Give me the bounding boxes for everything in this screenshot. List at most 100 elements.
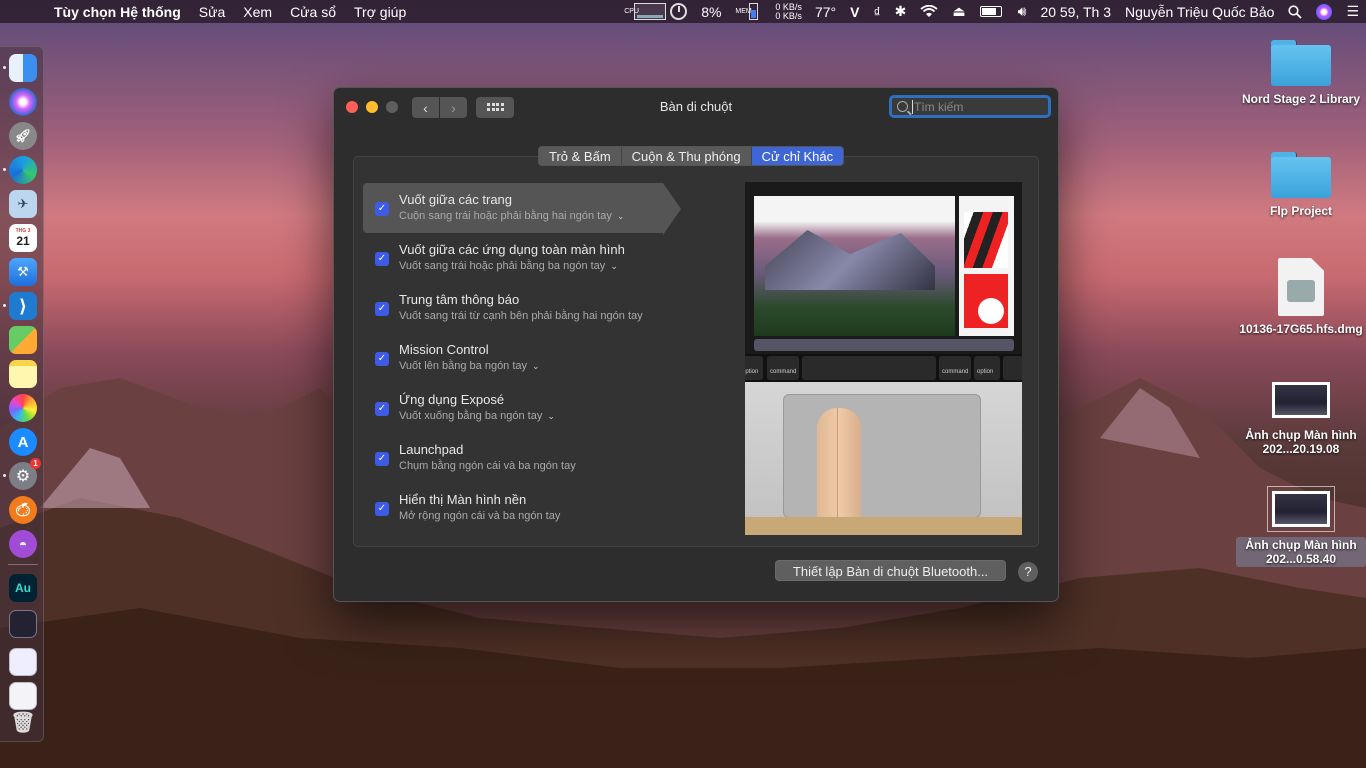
checkbox-launchpad[interactable]: ✓ xyxy=(375,452,389,466)
checkbox-show-desktop[interactable]: ✓ xyxy=(375,502,389,516)
gesture-title: Mission Control xyxy=(399,342,489,357)
gesture-launchpad[interactable]: ✓ Launchpad Chụm bằng ngón cái và ba ngó… xyxy=(363,433,709,483)
clock[interactable]: 20 59, Th 3 xyxy=(1033,4,1118,20)
folder-icon xyxy=(1271,152,1331,198)
gesture-swipe-fullscreen-apps[interactable]: ✓ Vuốt giữa các ứng dụng toàn màn hình V… xyxy=(363,233,709,283)
wifi-icon[interactable] xyxy=(913,5,945,18)
folder-icon xyxy=(1271,40,1331,86)
running-indicator xyxy=(3,304,6,307)
fl-studio-icon[interactable]: 🍊︎ xyxy=(9,496,37,524)
preview-desk-image xyxy=(745,517,1022,535)
preview-key-option: option xyxy=(974,356,1000,380)
tab-point-click[interactable]: Trỏ & Bấm xyxy=(539,147,622,165)
gesture-title: Hiển thị Màn hình nền xyxy=(399,492,527,507)
cpu-monitor[interactable]: CPU xyxy=(617,3,694,20)
help-button[interactable]: ? xyxy=(1018,562,1038,582)
desktop-item-label: Ảnh chụp Màn hình 202...20.19.08 xyxy=(1245,428,1357,456)
gesture-swipe-pages[interactable]: ✓ Vuốt giữa các trang Cuộn sang trái hoặ… xyxy=(363,183,681,235)
desktop-screenshot-1[interactable]: Ảnh chụp Màn hình 202...20.19.08 xyxy=(1236,382,1366,456)
airplay-icon[interactable]: ⏏ xyxy=(945,3,972,20)
spotlight-search-icon[interactable] xyxy=(1281,4,1309,19)
user-name[interactable]: Nguyễn Triệu Quốc Bảo xyxy=(1118,4,1281,20)
preview-key-command: command xyxy=(939,356,971,380)
document-thumbnail-icon[interactable] xyxy=(9,682,37,710)
app-store-icon[interactable]: A xyxy=(9,428,37,456)
memory-bar-icon xyxy=(749,3,759,20)
xcode-icon[interactable]: ⚒ xyxy=(9,258,37,286)
gesture-option-popup[interactable]: Vuốt xuống bằng ba ngón tay ⌄ xyxy=(399,410,709,422)
preview-app-icon[interactable]: ✈ xyxy=(9,190,37,218)
vietnamese-input-icon[interactable]: ₫ xyxy=(866,4,887,20)
temperature[interactable]: 77° xyxy=(808,4,843,20)
menu-help[interactable]: Trợ giúp xyxy=(345,4,415,20)
gesture-mission-control[interactable]: ✓ Mission Control Vuốt lên bằng ba ngón … xyxy=(363,333,709,383)
notes-icon[interactable] xyxy=(9,360,37,388)
cpu-gauge-icon xyxy=(670,3,688,20)
checkbox-mission-control[interactable]: ✓ xyxy=(375,352,389,366)
system-preferences-icon[interactable]: ⚙ 1 xyxy=(9,458,41,490)
gesture-show-desktop[interactable]: ✓ Hiển thị Màn hình nền Mở rộng ngón cái… xyxy=(363,483,709,533)
finder-icon[interactable] xyxy=(9,54,37,82)
desktop-item-label: 10136-17G65.hfs.dmg xyxy=(1239,322,1363,336)
bluetooth-icon[interactable]: ✱ xyxy=(888,3,914,20)
search-field[interactable] xyxy=(889,95,1051,118)
search-input[interactable] xyxy=(912,99,1032,114)
vscode-window-thumbnail-icon[interactable] xyxy=(9,610,37,638)
gesture-subtitle: Cuộn sang trái hoặc phải bằng hai ngón t… xyxy=(399,210,612,222)
preview-key-arrow xyxy=(1003,356,1022,380)
checkbox-swipe-fullscreen-apps[interactable]: ✓ xyxy=(375,252,389,266)
chevron-down-icon: ⌄ xyxy=(532,360,540,371)
preview-key-command: command xyxy=(767,356,799,380)
desktop-item-label: Flp Project xyxy=(1269,204,1332,218)
gesture-option-popup[interactable]: Vuốt lên bằng ba ngón tay ⌄ xyxy=(399,360,709,372)
gesture-subtitle: Chụm bằng ngón cái và ba ngón tay xyxy=(399,460,576,472)
edge-browser-icon[interactable] xyxy=(9,156,37,184)
battery-icon[interactable] xyxy=(973,6,1011,17)
gesture-notification-center[interactable]: ✓ Trung tâm thông báo Vuốt sang trái từ … xyxy=(363,283,709,333)
preview-artwork-image xyxy=(964,212,1008,268)
gesture-option-popup[interactable]: Cuộn sang trái hoặc phải bằng hai ngón t… xyxy=(399,210,663,222)
gesture-subtitle: Vuốt sang trái hoặc phải bằng ba ngón ta… xyxy=(399,260,606,272)
desktop-folder-flp[interactable]: Flp Project xyxy=(1236,152,1366,218)
gesture-list: ✓ Vuốt giữa các trang Cuộn sang trái hoặ… xyxy=(363,183,709,533)
cpu-percent[interactable]: 8% xyxy=(694,4,728,20)
memory-monitor[interactable]: MEM xyxy=(728,3,769,20)
tab-scroll-zoom[interactable]: Cuộn & Thu phóng xyxy=(622,147,752,165)
notification-center-icon[interactable]: ☰ xyxy=(1339,3,1366,20)
running-indicator xyxy=(3,474,6,477)
gesture-app-expose[interactable]: ✓ Ứng dụng Exposé Vuốt xuống bằng ba ngó… xyxy=(363,383,709,433)
chevron-down-icon: ⌄ xyxy=(616,210,625,221)
gesture-option-popup[interactable]: Vuốt sang trái hoặc phải bằng ba ngón ta… xyxy=(399,260,709,272)
menu-edit[interactable]: Sửa xyxy=(190,4,235,20)
checkbox-swipe-pages[interactable]: ✓ xyxy=(375,202,389,216)
checkbox-notification-center[interactable]: ✓ xyxy=(375,302,389,316)
launchpad-rocket-icon[interactable]: 🚀︎ xyxy=(9,122,37,150)
siri-icon[interactable] xyxy=(1309,3,1339,20)
vpn-icon[interactable]: V xyxy=(843,4,866,20)
siri-app-icon[interactable] xyxy=(9,88,37,116)
menu-view[interactable]: Xem xyxy=(234,4,281,20)
preview-trackpad xyxy=(783,394,981,518)
checkbox-app-expose[interactable]: ✓ xyxy=(375,402,389,416)
network-monitor[interactable]: 0 KB/s 0 KB/s xyxy=(769,2,808,21)
vscode-icon[interactable]: ⟩ xyxy=(9,292,37,320)
gesture-subtitle: Vuốt xuống bằng ba ngón tay xyxy=(399,410,543,422)
trackpad-preferences-window: ‹ › Bàn di chuột Trỏ & Bấm Cuộn & Thu ph… xyxy=(333,87,1059,602)
running-indicator xyxy=(3,66,6,69)
trash-icon[interactable]: 🗑︎ xyxy=(9,708,37,736)
volume-icon[interactable]: 🔊︎ xyxy=(1011,3,1034,20)
edge-window-thumbnail-icon[interactable] xyxy=(9,648,37,676)
setup-bluetooth-trackpad-button[interactable]: Thiết lập Bàn di chuột Bluetooth... xyxy=(775,560,1006,581)
github-desktop-icon[interactable]: ◓ xyxy=(9,530,37,558)
photos-icon[interactable] xyxy=(9,394,37,422)
desktop-screenshot-2[interactable]: Ảnh chụp Màn hình 202...0.58.40 xyxy=(1236,486,1366,567)
desktop-dmg-file[interactable]: 10136-17G65.hfs.dmg xyxy=(1236,258,1366,336)
calendar-icon[interactable]: THG 3 21 xyxy=(9,224,37,252)
maps-icon[interactable] xyxy=(9,326,37,354)
menu-window[interactable]: Cửa sổ xyxy=(281,4,345,20)
desktop-folder-nord[interactable]: Nord Stage 2 Library xyxy=(1236,40,1366,106)
menu-app-name[interactable]: Tùy chọn Hệ thống xyxy=(44,4,190,20)
tab-more-gestures[interactable]: Cử chỉ Khác xyxy=(751,147,844,165)
audition-label: Au xyxy=(15,581,31,595)
audition-icon[interactable]: Au xyxy=(9,574,37,602)
